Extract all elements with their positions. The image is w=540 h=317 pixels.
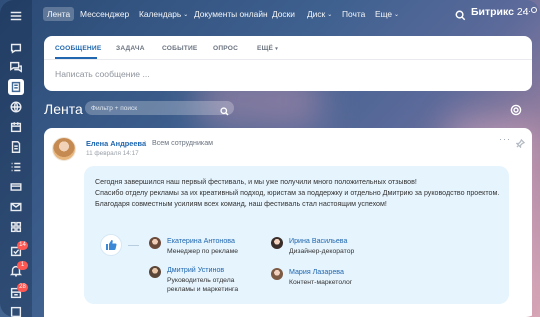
- list-icon[interactable]: [8, 159, 24, 175]
- message-paragraph: Сегодня завершился наш первый фестиваль,…: [95, 178, 417, 186]
- page-title: Лента: [44, 101, 83, 117]
- app-window: 14 1 28 Лента Мессенджер Календарь ⌄ Доку…: [0, 0, 540, 317]
- menu-icon[interactable]: [8, 8, 24, 24]
- person-name[interactable]: Екатерина Антонова: [167, 237, 235, 245]
- message-input[interactable]: Написать сообщение ...: [55, 69, 150, 79]
- avatar: [271, 268, 283, 280]
- card-icon[interactable]: [8, 179, 24, 195]
- top-navigation: Лента Мессенджер Календарь ⌄ Документы он…: [32, 0, 540, 28]
- avatar[interactable]: [52, 137, 76, 161]
- nav-item-label: Доски: [272, 9, 295, 19]
- filter-search-input[interactable]: [91, 102, 219, 114]
- nav-item-messenger[interactable]: Мессенджер: [80, 7, 129, 21]
- person-role: Менеджер по рекламе: [167, 248, 239, 255]
- tab-task[interactable]: ЗАДАЧА: [116, 45, 145, 52]
- tab-poll[interactable]: ОПРОС: [213, 45, 238, 52]
- search-icon[interactable]: [220, 103, 229, 116]
- tab-more-label: ЕЩЁ: [257, 45, 274, 52]
- more-icon[interactable]: ···: [522, 6, 531, 16]
- person-role-line: Руководитель отдела: [167, 277, 235, 284]
- post-recipients[interactable]: Всем сотрудникам: [152, 139, 213, 147]
- nav-item-more[interactable]: Еще ⌄: [375, 7, 399, 21]
- thumbs-up-icon: [100, 234, 122, 256]
- post-message: Сегодня завершился наш первый фестиваль,…: [95, 177, 500, 211]
- divider: [128, 245, 139, 246]
- notifications-badge: 1: [17, 261, 28, 270]
- mail-icon[interactable]: [8, 199, 24, 215]
- grid-icon[interactable]: [8, 219, 24, 235]
- post-author[interactable]: Елена Андреева: [86, 139, 146, 148]
- message-paragraph: Спасибо отделу рекламы за их креативный …: [95, 189, 500, 198]
- chevron-down-icon: ▾: [275, 46, 278, 52]
- more-options-icon[interactable]: ···: [499, 134, 511, 144]
- avatar: [149, 266, 161, 278]
- chevron-down-icon: ⌄: [327, 12, 333, 18]
- gratitude-message: Сегодня завершился наш первый фестиваль,…: [84, 166, 509, 304]
- person-role: Руководитель отдела рекламы и маркетинга: [167, 276, 238, 294]
- document-icon[interactable]: [8, 139, 24, 155]
- sidebar-item-feed-icon[interactable]: [8, 79, 24, 95]
- archive-badge: 28: [17, 283, 28, 292]
- nav-item-documents[interactable]: Документы онлайн: [194, 7, 268, 21]
- person-name[interactable]: Дмитрий Устинов: [167, 266, 224, 274]
- avatar: [149, 237, 161, 249]
- clock-icon: [530, 7, 537, 13]
- tasks-badge: 14: [17, 241, 28, 250]
- settings-icon[interactable]: [510, 103, 522, 116]
- post-date[interactable]: 11 февраля 14:17: [86, 150, 139, 157]
- person-name[interactable]: Ирина Васильева: [289, 237, 347, 245]
- tab-more[interactable]: ЕЩЁ ▾: [257, 45, 278, 52]
- nav-item-label: Почта: [342, 9, 366, 19]
- person-role: Контент-маркетолог: [289, 279, 353, 286]
- drive-icon[interactable]: [8, 304, 24, 317]
- search-icon[interactable]: [455, 8, 466, 21]
- pin-icon[interactable]: [515, 135, 526, 149]
- feed-post: Елена Андреева › Всем сотрудникам 11 фев…: [44, 128, 532, 317]
- nav-item-label: Диск: [307, 9, 326, 19]
- nav-item-label: Мессенджер: [80, 9, 130, 19]
- nav-item-calendar[interactable]: Календарь ⌄: [139, 7, 188, 21]
- post-composer: СООБЩЕНИЕ ЗАДАЧА СОБЫТИЕ ОПРОС ЕЩЁ ▾ Нап…: [44, 36, 532, 91]
- nav-item-boards[interactable]: Доски: [272, 7, 295, 21]
- nav-item-label: Календарь: [139, 9, 182, 19]
- feed-bubble-icon[interactable]: [8, 40, 24, 56]
- chevron-down-icon: ⌄: [183, 12, 189, 18]
- person-name[interactable]: Мария Лазарева: [289, 268, 344, 276]
- nav-item-label: Документы онлайн: [194, 9, 268, 19]
- chat-icon[interactable]: [8, 59, 24, 75]
- tab-event[interactable]: СОБЫТИЕ: [162, 45, 198, 52]
- filter-search[interactable]: [85, 101, 234, 116]
- brand-name: Битрикс: [471, 6, 514, 18]
- message-paragraph: Благодаря совместным усилиям всех команд…: [95, 200, 387, 209]
- person-role-line: рекламы и маркетинга: [167, 286, 239, 293]
- avatar: [271, 237, 283, 249]
- calendar-icon[interactable]: [8, 119, 24, 135]
- chevron-right-icon: ›: [144, 139, 147, 146]
- nav-item-disk[interactable]: Диск ⌄: [307, 7, 332, 21]
- nav-item-feed[interactable]: Лента: [43, 7, 75, 21]
- nav-item-mail[interactable]: Почта: [342, 7, 365, 21]
- nav-item-label: Еще: [375, 9, 393, 19]
- globe-icon[interactable]: [8, 99, 24, 115]
- person-role: Дизайнер-декоратор: [289, 248, 355, 255]
- chevron-down-icon: ⌄: [394, 12, 400, 18]
- tab-message[interactable]: СООБЩЕНИЕ: [55, 45, 101, 52]
- left-sidebar: 14 1 28: [0, 0, 32, 317]
- tabs-divider: [44, 59, 532, 60]
- nav-item-label: Лента: [47, 9, 71, 19]
